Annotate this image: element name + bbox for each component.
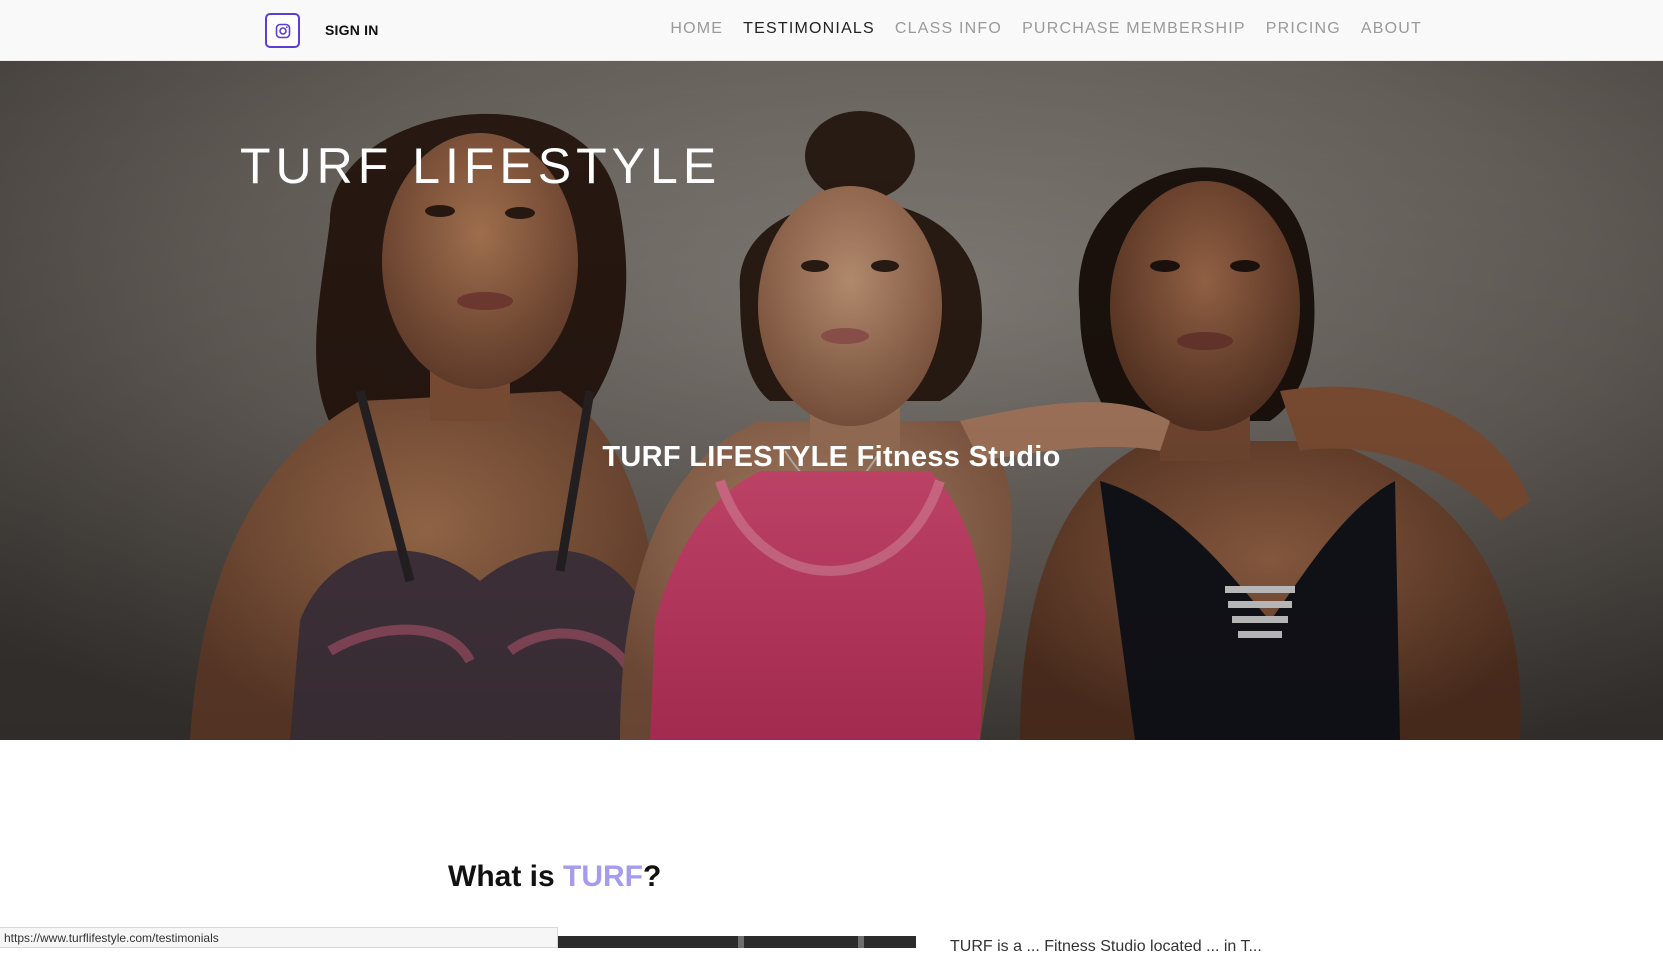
nav-purchase-membership[interactable]: PURCHASE MEMBERSHIP (1022, 20, 1246, 38)
section-image (558, 936, 916, 948)
intro-text: TURF is a ... Fitness Studio located ...… (950, 938, 1262, 955)
nav-testimonials[interactable]: TESTIMONIALS (743, 20, 875, 38)
main-nav: HOME TESTIMONIALS CLASS INFO PURCHASE ME… (650, 20, 1422, 38)
hero-brand-title: TURF LIFESTYLE (240, 138, 722, 194)
section-title-suffix: ? (643, 860, 662, 893)
section-title-accent: TURF (563, 860, 643, 893)
nav-pricing[interactable]: PRICING (1266, 20, 1341, 38)
status-bar-url: https://www.turflifestyle.com/testimonia… (0, 927, 558, 948)
nav-about[interactable]: ABOUT (1361, 20, 1422, 38)
nav-class-info[interactable]: CLASS INFO (895, 20, 1002, 38)
image-detail (738, 936, 744, 948)
hero-tagline: TURF LIFESTYLE Fitness Studio (602, 441, 1061, 473)
section-title: What is TURF? (448, 860, 661, 894)
image-detail (858, 936, 864, 948)
instagram-button[interactable] (265, 13, 300, 48)
top-bar: SIGN IN HOME TESTIMONIALS CLASS INFO PUR… (0, 0, 1663, 61)
instagram-icon (275, 23, 290, 38)
sign-in-link[interactable]: SIGN IN (325, 22, 379, 38)
section-title-prefix: What is (448, 860, 564, 893)
nav-home[interactable]: HOME (670, 20, 723, 38)
hero-banner: TURF LIFESTYLE TURF LIFESTYLE Fitness St… (0, 61, 1663, 740)
